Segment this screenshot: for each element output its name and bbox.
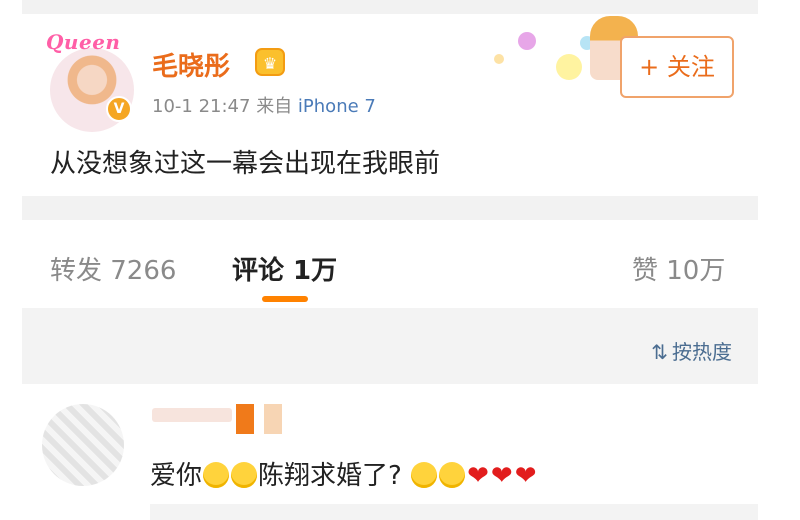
name-blur <box>264 404 282 434</box>
card-decoration <box>480 14 638 94</box>
verified-badge-icon: V <box>106 96 132 122</box>
smile-emoji-icon <box>439 462 466 488</box>
sort-label: 按热度 <box>672 340 732 364</box>
name-blur <box>236 404 254 434</box>
heart-icon: ❤ <box>467 461 489 491</box>
commenter-name-blurred[interactable] <box>152 400 292 436</box>
reply-preview-area <box>150 504 758 520</box>
heart-icon: ❤ <box>514 461 537 491</box>
sort-by-hot-button[interactable]: ⇅ 按热度 <box>651 336 732 365</box>
author-name[interactable]: 毛晓彤 <box>152 46 230 83</box>
bubble-decoration <box>494 54 504 64</box>
comment-text: 爱你 陈翔求婚了? ❤❤❤ <box>150 455 537 492</box>
tab-likes[interactable]: 赞 10万 <box>632 250 725 287</box>
commenter-avatar[interactable] <box>42 404 124 486</box>
sort-icon: ⇅ <box>651 340 668 364</box>
comment-text-part: 陈翔求婚了? <box>258 461 402 491</box>
sort-bar: ⇅ 按热度 <box>22 308 758 384</box>
tab-repost[interactable]: 转发 7266 <box>50 250 176 287</box>
cartoon-face-decoration <box>556 54 582 80</box>
comment-text-part: 爱你 <box>150 461 203 491</box>
post-time: 10-1 21:47 <box>152 96 251 117</box>
avatar-frame-label: Queen <box>46 30 121 54</box>
top-separator <box>22 0 758 14</box>
bubble-decoration <box>518 32 536 50</box>
name-blur <box>152 408 232 422</box>
vip-crown-icon: ♛ <box>255 48 285 76</box>
section-separator <box>22 196 758 220</box>
smile-emoji-icon <box>411 462 438 488</box>
post-content: 从没想象过这一幕会出现在我眼前 <box>50 149 441 179</box>
follow-button[interactable]: + 关注 <box>620 36 734 98</box>
post-device[interactable]: iPhone 7 <box>298 96 376 117</box>
post-source-label: 来自 <box>256 96 293 117</box>
active-tab-indicator <box>262 296 308 302</box>
smile-emoji-icon <box>231 462 258 488</box>
author-avatar[interactable]: Queen V <box>44 28 140 134</box>
tab-comments[interactable]: 评论 1万 <box>232 250 337 287</box>
heart-icon: ❤ <box>490 461 513 491</box>
smile-emoji-icon <box>203 462 230 488</box>
post-meta: 10-1 21:47 来自 iPhone 7 <box>152 92 376 118</box>
